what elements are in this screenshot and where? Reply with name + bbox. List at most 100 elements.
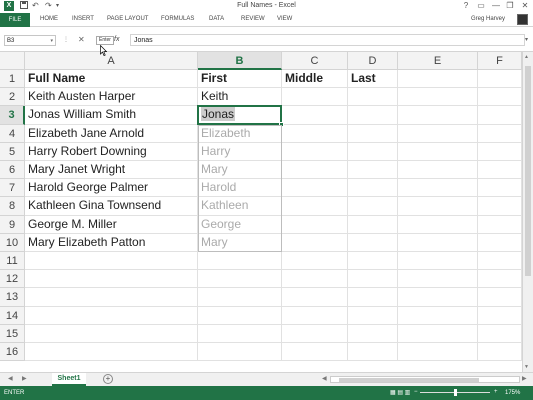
- next-sheet-icon[interactable]: ▶: [22, 375, 27, 382]
- avatar[interactable]: [517, 14, 528, 25]
- cell-d16[interactable]: [348, 343, 398, 362]
- column-header-e[interactable]: E: [398, 52, 478, 70]
- close-icon[interactable]: ✕: [518, 0, 532, 12]
- cell-c13[interactable]: [282, 288, 348, 307]
- tab-page-layout[interactable]: PAGE LAYOUT: [107, 16, 148, 22]
- cell-d9[interactable]: [348, 215, 398, 234]
- hscroll-right-icon[interactable]: ▶: [522, 375, 527, 382]
- column-header-b[interactable]: B: [198, 52, 282, 70]
- cell-a6[interactable]: Mary Janet Wright: [25, 161, 198, 180]
- cell-a14[interactable]: [25, 306, 198, 325]
- help-icon[interactable]: ?: [459, 0, 473, 12]
- cell-e9[interactable]: [398, 215, 478, 234]
- row-header-9[interactable]: 9: [0, 215, 25, 234]
- scrollbar-thumb[interactable]: [525, 66, 531, 276]
- zoom-in-button[interactable]: +: [494, 389, 498, 395]
- cell-c6[interactable]: [282, 161, 348, 180]
- row-header-13[interactable]: 13: [0, 288, 25, 307]
- cell-a5[interactable]: Harry Robert Downing: [25, 142, 198, 161]
- row-header-6[interactable]: 6: [0, 161, 25, 180]
- tab-review[interactable]: REVIEW: [241, 16, 265, 22]
- cell-c8[interactable]: [282, 197, 348, 216]
- row-header-14[interactable]: 14: [0, 306, 25, 325]
- vertical-scrollbar[interactable]: ▲ ▼: [522, 52, 533, 372]
- cell-d7[interactable]: [348, 179, 398, 198]
- row-header-3[interactable]: 3: [0, 106, 25, 125]
- cell-e3[interactable]: [398, 106, 478, 125]
- flash-fill-preview-b6[interactable]: Mary: [198, 161, 282, 180]
- cell-d4[interactable]: [348, 124, 398, 143]
- cell-c14[interactable]: [282, 306, 348, 325]
- cell-e8[interactable]: [398, 197, 478, 216]
- cell-c3[interactable]: [282, 106, 348, 125]
- cell-e15[interactable]: [398, 324, 478, 343]
- cell-d1[interactable]: Last: [348, 70, 398, 89]
- formula-input[interactable]: Jonas: [130, 34, 525, 46]
- cell-c10[interactable]: [282, 233, 348, 252]
- cell-a12[interactable]: [25, 270, 198, 289]
- cell-c1[interactable]: Middle: [282, 70, 348, 89]
- cancel-button[interactable]: ✕: [78, 34, 85, 45]
- cell-d5[interactable]: [348, 142, 398, 161]
- cell-f8[interactable]: [478, 197, 522, 216]
- cell-a10[interactable]: Mary Elizabeth Patton: [25, 233, 198, 252]
- row-header-11[interactable]: 11: [0, 252, 25, 271]
- cell-b2[interactable]: Keith: [198, 88, 282, 107]
- column-header-d[interactable]: D: [348, 52, 398, 70]
- cell-f13[interactable]: [478, 288, 522, 307]
- cell-a16[interactable]: [25, 343, 198, 362]
- cell-d15[interactable]: [348, 324, 398, 343]
- cell-b15[interactable]: [198, 324, 282, 343]
- cell-f4[interactable]: [478, 124, 522, 143]
- cell-c2[interactable]: [282, 88, 348, 107]
- tab-insert[interactable]: INSERT: [72, 16, 94, 22]
- cell-a2[interactable]: Keith Austen Harper: [25, 88, 198, 107]
- cell-f3[interactable]: [478, 106, 522, 125]
- cell-a3[interactable]: Jonas William Smith: [25, 106, 198, 125]
- tab-home[interactable]: HOME: [40, 16, 58, 22]
- row-header-1[interactable]: 1: [0, 70, 25, 89]
- cell-e2[interactable]: [398, 88, 478, 107]
- scroll-down-icon[interactable]: ▼: [524, 364, 529, 370]
- cell-d10[interactable]: [348, 233, 398, 252]
- horizontal-scrollbar[interactable]: [330, 376, 520, 383]
- cell-e10[interactable]: [398, 233, 478, 252]
- cell-a13[interactable]: [25, 288, 198, 307]
- cell-f11[interactable]: [478, 252, 522, 271]
- row-header-2[interactable]: 2: [0, 88, 25, 107]
- column-header-a[interactable]: A: [25, 52, 198, 70]
- cell-f1[interactable]: [478, 70, 522, 89]
- zoom-level[interactable]: 175%: [505, 390, 520, 396]
- cell-b13[interactable]: [198, 288, 282, 307]
- cell-b16[interactable]: [198, 343, 282, 362]
- flash-fill-preview-b4[interactable]: Elizabeth: [198, 124, 282, 143]
- name-box[interactable]: B3 ▾: [4, 35, 56, 46]
- cell-a4[interactable]: Elizabeth Jane Arnold: [25, 124, 198, 143]
- insert-function-button[interactable]: fx: [114, 34, 119, 45]
- row-header-8[interactable]: 8: [0, 197, 25, 216]
- cell-c15[interactable]: [282, 324, 348, 343]
- scroll-up-icon[interactable]: ▲: [524, 54, 529, 60]
- row-header-10[interactable]: 10: [0, 233, 25, 252]
- cell-f6[interactable]: [478, 161, 522, 180]
- select-all-corner[interactable]: [0, 52, 25, 70]
- minimize-icon[interactable]: —: [489, 0, 503, 12]
- cell-a9[interactable]: George M. Miller: [25, 215, 198, 234]
- scrollbar-thumb[interactable]: [339, 378, 479, 382]
- cell-c5[interactable]: [282, 142, 348, 161]
- tab-formulas[interactable]: FORMULAS: [161, 16, 194, 22]
- flash-fill-preview-b8[interactable]: Kathleen: [198, 197, 282, 216]
- cell-f10[interactable]: [478, 233, 522, 252]
- cell-e5[interactable]: [398, 142, 478, 161]
- fill-handle[interactable]: [279, 121, 284, 127]
- cell-c9[interactable]: [282, 215, 348, 234]
- row-header-16[interactable]: 16: [0, 343, 25, 362]
- cell-d2[interactable]: [348, 88, 398, 107]
- flash-fill-preview-b5[interactable]: Harry: [198, 142, 282, 161]
- cell-b12[interactable]: [198, 270, 282, 289]
- cell-e13[interactable]: [398, 288, 478, 307]
- add-sheet-button[interactable]: +: [103, 374, 113, 384]
- cell-f9[interactable]: [478, 215, 522, 234]
- column-header-f[interactable]: F: [478, 52, 522, 70]
- cell-e4[interactable]: [398, 124, 478, 143]
